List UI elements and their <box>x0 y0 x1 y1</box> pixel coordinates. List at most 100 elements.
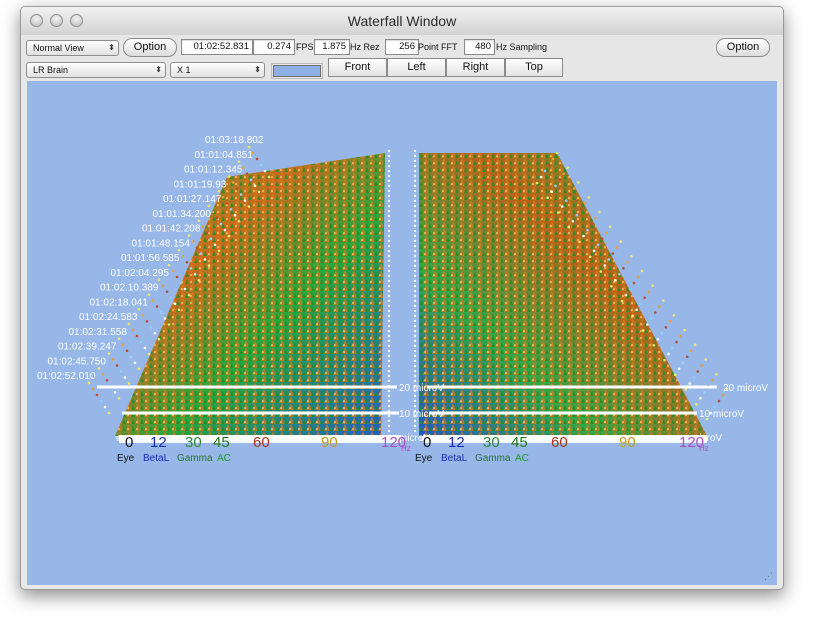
trail-dot <box>207 264 211 267</box>
trail-dot <box>535 181 539 185</box>
view-mode-select[interactable]: Normal View ⬍ <box>26 40 119 56</box>
front-view-button[interactable]: Front <box>328 58 387 77</box>
trail-dot <box>123 376 127 379</box>
timestamp-label: 01:02:10.389 <box>100 283 159 294</box>
trail-dot <box>97 366 101 370</box>
timestamp-label: 01:02:24.583 <box>79 312 138 323</box>
resize-grip-icon[interactable]: ⋰ <box>764 571 773 582</box>
trail-dot <box>191 240 195 243</box>
trail-dot <box>177 248 181 252</box>
center-dot <box>413 399 417 403</box>
trail-dot <box>572 187 576 190</box>
trail-dot <box>628 287 632 291</box>
trail-dot <box>127 382 131 385</box>
center-dot <box>387 194 391 198</box>
center-dot <box>387 284 391 288</box>
trail-dot <box>223 228 227 232</box>
trail-dot <box>615 246 619 249</box>
trail-dot <box>157 337 161 341</box>
center-dot <box>413 394 417 398</box>
trail-dot <box>562 172 565 176</box>
trail-dot <box>237 160 241 164</box>
trail-dot <box>596 243 600 247</box>
left-view-button[interactable]: Left <box>387 58 446 77</box>
trail-dot <box>579 207 583 211</box>
center-dot <box>413 319 417 323</box>
fps-field[interactable]: 0.274 <box>253 39 295 55</box>
trail-dot <box>645 323 649 326</box>
center-dot <box>387 394 391 398</box>
trail-dot <box>143 346 147 350</box>
center-dot <box>413 314 417 318</box>
trail-dot <box>189 266 193 270</box>
trail-dot <box>227 175 231 178</box>
trail-dot <box>107 411 111 415</box>
center-dot <box>387 229 391 233</box>
waterfall-window: Waterfall Window Normal View ⬍ Option 01… <box>20 6 784 590</box>
trail-dot <box>652 343 656 347</box>
center-dot <box>387 429 391 433</box>
center-dot <box>413 419 417 423</box>
fft-field[interactable]: 256 <box>385 39 419 55</box>
fft-label: Point FFT <box>418 42 458 52</box>
trail-dot <box>255 157 259 161</box>
timestamp-label: 01:03:18.802 <box>205 135 264 146</box>
zoom-select[interactable]: X 1 ⬍ <box>170 62 265 78</box>
trail-dot <box>700 364 704 367</box>
timestamp-label: 01:01:19.93 <box>174 179 227 190</box>
trail-dot <box>567 225 571 229</box>
trail-dot <box>181 254 185 258</box>
center-dot <box>387 269 391 273</box>
title-bar[interactable]: Waterfall Window <box>21 7 783 36</box>
trail-dot <box>641 329 645 332</box>
option-button-left[interactable]: Option <box>123 38 177 57</box>
top-view-button[interactable]: Top <box>505 58 563 77</box>
trail-dot <box>653 311 657 314</box>
montage-select[interactable]: LR Brain ⬍ <box>26 62 166 78</box>
center-dot <box>413 204 417 208</box>
trail-dot <box>177 308 181 312</box>
center-dot <box>413 199 417 203</box>
trail-dot <box>586 228 589 232</box>
center-dot <box>413 229 417 233</box>
waterfall-3d-view[interactable]: 01:03:18.802 01:01:04.851 01:01:12.345 01:0… <box>27 81 777 585</box>
trail-dot <box>688 382 692 385</box>
right-view-button[interactable]: Right <box>446 58 505 77</box>
trail-dot <box>626 260 629 264</box>
timestamp-label: 01:02:31.558 <box>69 327 128 338</box>
center-dot <box>413 359 417 363</box>
trail-dot <box>87 381 91 385</box>
sampling-field[interactable]: 480 <box>464 39 495 55</box>
center-dot <box>413 154 417 158</box>
color-swatch[interactable] <box>271 63 323 79</box>
trail-dot <box>571 219 575 223</box>
trail-dot <box>683 328 686 332</box>
time-field[interactable]: 01:02:52.831 <box>181 39 253 55</box>
trail-dot <box>207 204 211 208</box>
center-dot <box>413 159 417 163</box>
trail-dot <box>137 307 141 311</box>
trail-dot <box>113 390 117 394</box>
timestamp-label: 01:02:18.041 <box>90 297 149 308</box>
trail-dot <box>685 355 689 359</box>
freq-tick-label: 90 <box>619 434 636 451</box>
option-button-right[interactable]: Option <box>716 38 770 57</box>
trail-dot <box>105 378 109 382</box>
trail-dot <box>675 340 678 344</box>
trail-dot <box>671 346 674 350</box>
trail-dot <box>607 258 611 261</box>
zoom-value: X 1 <box>177 65 191 75</box>
center-dot <box>413 244 417 248</box>
trail-dot <box>197 219 201 223</box>
hz-rez-field[interactable]: 1.875 <box>314 39 350 55</box>
band-label: AC <box>515 453 529 464</box>
trail-dot <box>575 213 579 217</box>
trail-dot <box>187 234 191 237</box>
waterfall-canvas[interactable]: 01:03:18.802 01:01:04.851 01:01:12.345 01:0… <box>27 81 777 585</box>
trail-dot <box>661 299 665 302</box>
trail-dot <box>187 293 191 297</box>
center-dot <box>387 289 391 293</box>
trail-dot <box>657 305 661 308</box>
freq-tick-label: 30 <box>185 434 202 451</box>
trail-dot <box>599 270 603 273</box>
